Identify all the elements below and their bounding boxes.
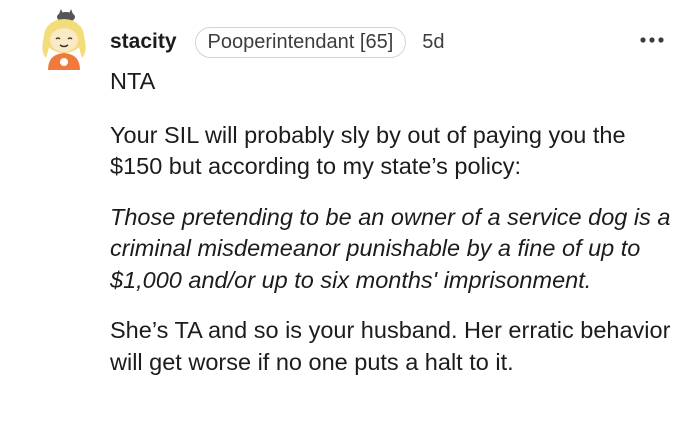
comment-header: stacity Pooperintendant [65] 5d (110, 24, 445, 60)
timestamp: 5d (422, 30, 445, 53)
comment-paragraph: Your SIL will probably sly by out of pay… (110, 121, 626, 180)
avatar[interactable] (36, 8, 92, 70)
username-link[interactable]: stacity (110, 30, 177, 54)
more-dots-icon (640, 37, 664, 43)
more-options-button[interactable] (638, 30, 666, 50)
comment-paragraph: NTA (110, 68, 156, 94)
comment: stacity Pooperintendant [65] 5d NTA Your… (0, 0, 700, 448)
comment-body: NTA Your SIL will probably sly by out of… (110, 66, 680, 378)
user-flair[interactable]: Pooperintendant [65] (194, 26, 407, 58)
comment-quote: Those pretending to be an owner of a ser… (110, 203, 671, 293)
reddit-avatar-icon (42, 9, 86, 70)
comment-paragraph: She’s TA and so is your husband. Her err… (110, 317, 671, 375)
